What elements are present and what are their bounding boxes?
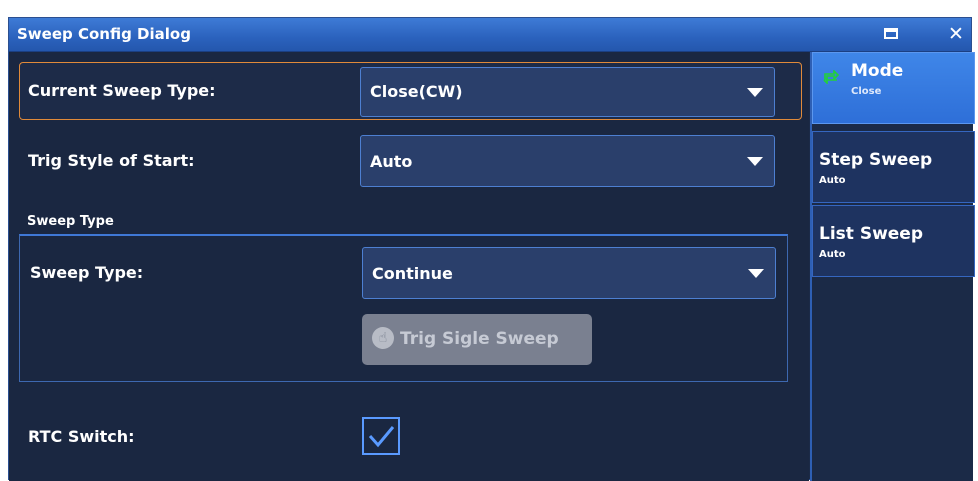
checkmark-icon — [368, 426, 395, 448]
hand-pointer-icon: ☝ — [372, 327, 394, 349]
sidebar-item-list-sweep-sub: Auto — [819, 249, 846, 260]
maximize-icon — [884, 28, 898, 39]
close-icon: ✕ — [948, 23, 964, 45]
maximize-button[interactable] — [877, 21, 905, 47]
current-sweep-type-label: Current Sweep Type: — [28, 81, 216, 100]
trig-style-label: Trig Style of Start: — [28, 151, 195, 170]
chevron-down-icon — [748, 269, 764, 278]
sidebar-item-step-sweep-title: Step Sweep — [819, 150, 933, 170]
chevron-down-icon — [747, 88, 763, 97]
sidebar: Mode Close Step Sweep Auto List Sweep Au… — [810, 52, 975, 481]
loop-icon — [823, 70, 839, 84]
sidebar-item-mode-title: Mode — [851, 61, 904, 81]
sidebar-item-step-sweep[interactable]: Step Sweep Auto — [812, 131, 975, 203]
current-sweep-type-select[interactable]: Close(CW) — [360, 67, 775, 117]
current-sweep-type-value: Close(CW) — [370, 82, 463, 101]
sidebar-item-step-sweep-sub: Auto — [819, 175, 846, 186]
sidebar-item-mode[interactable]: Mode Close — [812, 52, 975, 124]
close-button[interactable]: ✕ — [942, 21, 970, 47]
sweep-type-label: Sweep Type: — [30, 263, 144, 282]
sweep-type-value: Continue — [372, 264, 453, 283]
trig-style-value: Auto — [370, 152, 413, 171]
rtc-switch-checkbox[interactable] — [362, 417, 400, 455]
rtc-switch-label: RTC Switch: — [28, 427, 135, 446]
window-title: Sweep Config Dialog — [17, 25, 191, 43]
title-bar: Sweep Config Dialog ✕ — [9, 18, 971, 52]
sweep-config-dialog: Sweep Config Dialog ✕ Current Sweep Type… — [8, 17, 975, 481]
sidebar-item-list-sweep[interactable]: List Sweep Auto — [812, 205, 975, 277]
sidebar-item-list-sweep-title: List Sweep — [819, 224, 924, 244]
chevron-down-icon — [747, 157, 763, 166]
sidebar-item-mode-sub: Close — [851, 86, 882, 97]
trig-single-sweep-button[interactable]: ☝ Trig Sigle Sweep — [362, 314, 592, 365]
trig-style-select[interactable]: Auto — [360, 135, 775, 187]
sweep-type-group-title: Sweep Type — [27, 214, 114, 229]
sweep-type-select[interactable]: Continue — [362, 247, 776, 299]
dialog-content: Current Sweep Type: Close(CW) Trig Style… — [9, 52, 809, 481]
trig-single-sweep-label: Trig Sigle Sweep — [400, 329, 559, 349]
